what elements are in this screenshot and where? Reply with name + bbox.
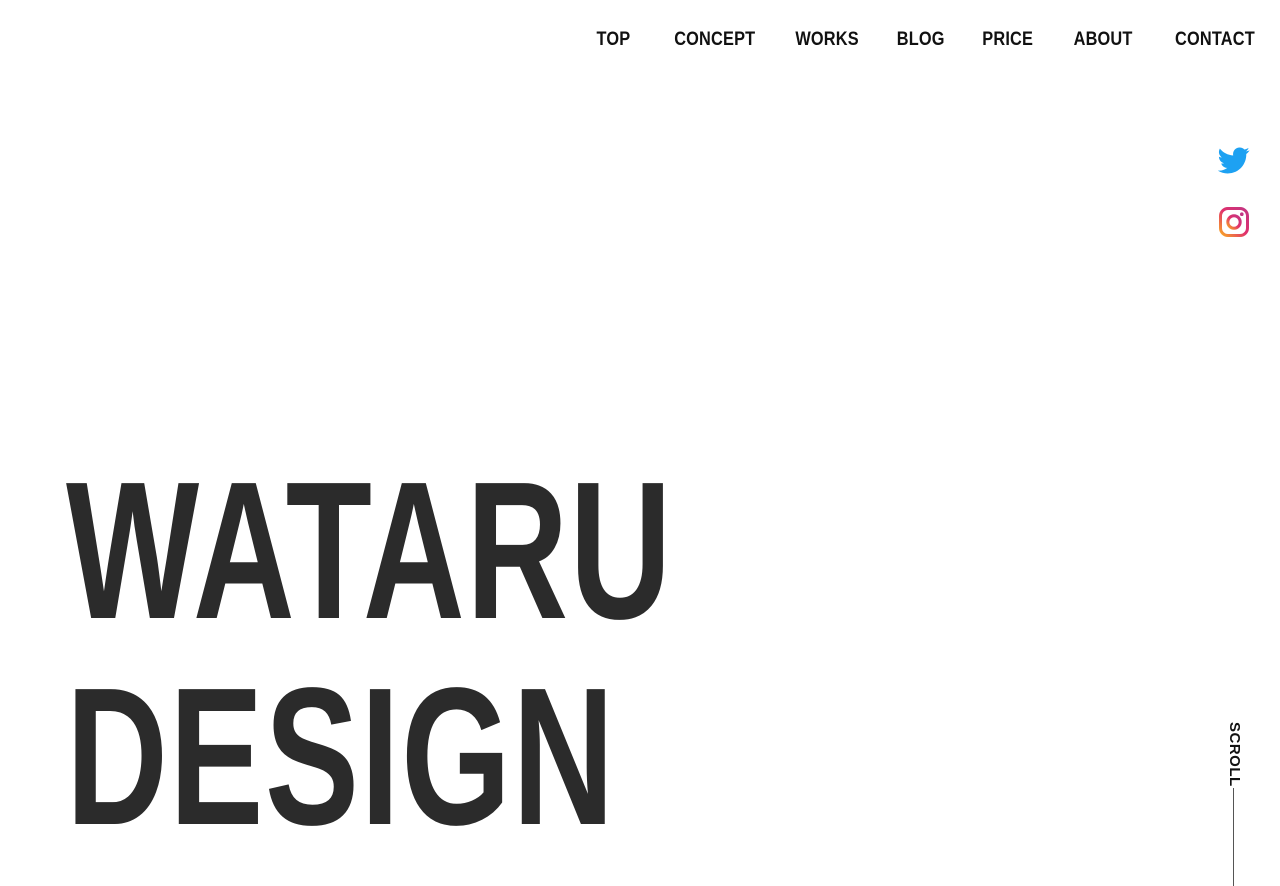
scroll-label: SCROLL	[1226, 722, 1243, 787]
nav-item-works[interactable]: WORKS	[795, 26, 858, 54]
nav-item-concept[interactable]: CONCEPT	[674, 26, 755, 54]
nav-item-top[interactable]: TOP	[597, 26, 631, 54]
global-nav: TOP CONCEPT WORKS BLOG PRICE ABOUT CONTA…	[591, 26, 1255, 54]
hero-title-line-2: DESIGN	[66, 647, 616, 866]
scroll-indicator[interactable]: SCROLL	[1224, 722, 1244, 886]
twitter-link[interactable]	[1218, 144, 1250, 176]
nav-item-contact[interactable]: CONTACT	[1175, 26, 1255, 54]
hero-title-line-1: WATARU	[66, 441, 673, 660]
instagram-icon	[1219, 207, 1249, 237]
nav-item-blog[interactable]: BLOG	[897, 26, 945, 54]
instagram-link[interactable]	[1218, 206, 1250, 238]
scroll-line	[1233, 788, 1234, 886]
nav-item-about[interactable]: ABOUT	[1073, 26, 1132, 54]
twitter-icon	[1218, 147, 1250, 174]
nav-item-price[interactable]: PRICE	[983, 26, 1034, 54]
hero-title: WATARU DESIGN	[66, 448, 909, 860]
social-links	[1218, 144, 1250, 268]
